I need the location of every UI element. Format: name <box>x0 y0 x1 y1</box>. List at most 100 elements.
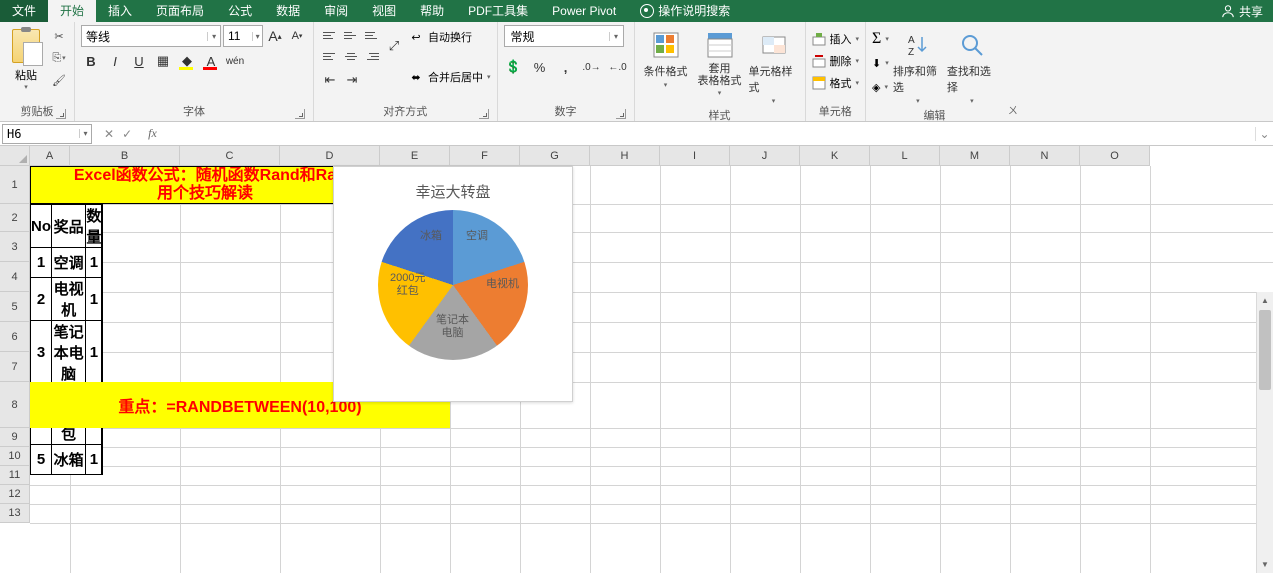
tab-review[interactable]: 审阅 <box>312 0 360 22</box>
data-cell[interactable]: 1 <box>86 278 102 321</box>
header-cell[interactable]: No <box>31 205 52 248</box>
comma-button[interactable]: , <box>556 57 576 77</box>
delete-cells-button[interactable]: 删除 <box>812 51 860 71</box>
tab-powerpivot[interactable]: Power Pivot <box>540 0 628 22</box>
border-button[interactable]: ▦ <box>153 51 173 71</box>
expand-formula-bar[interactable]: ⌄ <box>1255 127 1273 141</box>
accept-formula-button[interactable]: ✓ <box>122 127 132 141</box>
tab-home[interactable]: 开始 <box>48 0 96 22</box>
row-header-13[interactable]: 13 <box>0 504 30 523</box>
paste-button[interactable]: 粘贴 ▾ <box>6 25 46 91</box>
number-dialog-launcher[interactable] <box>616 109 626 119</box>
cell-styles-button[interactable]: 单元格样式 <box>749 25 799 105</box>
format-painter-button[interactable]: 🖌 <box>50 71 68 89</box>
name-box-input[interactable] <box>3 127 79 141</box>
row-header-10[interactable]: 10 <box>0 447 30 466</box>
col-header-N[interactable]: N <box>1010 146 1080 166</box>
col-header-O[interactable]: O <box>1080 146 1150 166</box>
font-name-select[interactable]: ▾ <box>81 25 221 47</box>
decrease-font-button[interactable]: A▾ <box>287 26 307 46</box>
col-header-C[interactable]: C <box>180 146 280 166</box>
col-header-D[interactable]: D <box>280 146 380 166</box>
find-select-button[interactable]: 查找和选择 <box>947 25 997 105</box>
align-middle[interactable] <box>341 25 361 45</box>
align-dialog-launcher[interactable] <box>479 109 489 119</box>
scroll-thumb[interactable] <box>1259 310 1271 390</box>
font-dialog-launcher[interactable] <box>295 109 305 119</box>
fill-button[interactable]: ⬇ <box>872 53 889 73</box>
font-color-button[interactable]: A <box>201 51 221 71</box>
fill-color-button[interactable]: ◆ <box>177 51 197 71</box>
increase-font-button[interactable]: A▴ <box>265 26 285 46</box>
underline-button[interactable]: U <box>129 51 149 71</box>
col-header-J[interactable]: J <box>730 146 800 166</box>
row-header-1[interactable]: 1 <box>0 166 30 204</box>
table-format-button[interactable]: 套用 表格格式 <box>695 25 745 97</box>
row-header-8[interactable]: 8 <box>0 382 30 428</box>
title-cell[interactable]: Excel函数公式：随机函数Rand和Ra 用个技巧解读 <box>30 166 380 204</box>
tab-view[interactable]: 视图 <box>360 0 408 22</box>
conditional-format-button[interactable]: 条件格式 <box>641 25 691 89</box>
header-cell[interactable]: 奖品 <box>52 205 86 248</box>
data-cell-empty[interactable] <box>102 248 103 278</box>
select-all-corner[interactable] <box>0 146 30 166</box>
collapse-ribbon-button[interactable]: ㄨ <box>1003 22 1023 121</box>
tell-me[interactable]: 操作说明搜索 <box>628 0 742 22</box>
font-size-input[interactable] <box>224 29 252 43</box>
decrease-indent-button[interactable]: ⇤ <box>320 70 340 90</box>
align-top[interactable] <box>320 25 340 45</box>
tab-layout[interactable]: 页面布局 <box>144 0 216 22</box>
row-header-4[interactable]: 4 <box>0 262 30 292</box>
orientation-button[interactable]: ⤢ <box>384 36 404 56</box>
fx-icon[interactable]: fx <box>142 126 163 141</box>
data-cell[interactable]: 1 <box>86 248 102 278</box>
tab-file[interactable]: 文件 <box>0 0 48 22</box>
bold-button[interactable]: B <box>81 51 101 71</box>
data-cell[interactable]: 5 <box>31 445 52 475</box>
name-box[interactable]: ▾ <box>2 124 92 144</box>
clipboard-dialog-launcher[interactable] <box>56 109 66 119</box>
merge-center-button[interactable]: ⬌合并后居中 <box>408 67 491 87</box>
col-header-F[interactable]: F <box>450 146 520 166</box>
data-cell[interactable]: 笔记本电脑 <box>52 321 86 385</box>
increase-indent-button[interactable]: ⇥ <box>342 70 362 90</box>
formula-input[interactable] <box>163 124 1255 144</box>
format-cells-button[interactable]: 格式 <box>812 73 860 93</box>
row-header-12[interactable]: 12 <box>0 485 30 504</box>
autosum-button[interactable]: Σ <box>872 29 889 49</box>
data-cell[interactable]: 电视机 <box>52 278 86 321</box>
wrap-text-button[interactable]: ↩自动换行 <box>408 27 491 47</box>
row-header-6[interactable]: 6 <box>0 322 30 352</box>
scroll-down-button[interactable]: ▼ <box>1257 556 1273 573</box>
align-center[interactable] <box>341 46 361 66</box>
data-cell-empty[interactable] <box>102 321 103 385</box>
tab-pdf[interactable]: PDF工具集 <box>456 0 540 22</box>
chart-lucky-wheel[interactable]: 幸运大转盘 空调 电视机 笔记本 电脑 2000元 红包 冰箱 <box>333 166 573 402</box>
share-button[interactable]: 共享 <box>1221 3 1273 20</box>
font-name-input[interactable] <box>82 29 207 43</box>
tab-insert[interactable]: 插入 <box>96 0 144 22</box>
vertical-scrollbar[interactable]: ▲ ▼ <box>1256 292 1273 573</box>
data-cell-empty[interactable] <box>102 445 103 475</box>
col-header-L[interactable]: L <box>870 146 940 166</box>
data-cell[interactable]: 3 <box>31 321 52 385</box>
row-header-2[interactable]: 2 <box>0 204 30 232</box>
data-cell[interactable]: 冰箱 <box>52 445 86 475</box>
data-cell-empty[interactable] <box>102 278 103 321</box>
col-header-B[interactable]: B <box>70 146 180 166</box>
copy-button[interactable]: ⎘ <box>50 49 68 67</box>
data-cell[interactable]: 2 <box>31 278 52 321</box>
data-cell[interactable]: 1 <box>31 248 52 278</box>
tab-help[interactable]: 帮助 <box>408 0 456 22</box>
row-header-5[interactable]: 5 <box>0 292 30 322</box>
percent-button[interactable]: % <box>530 57 550 77</box>
col-header-I[interactable]: I <box>660 146 730 166</box>
row-header-7[interactable]: 7 <box>0 352 30 382</box>
tab-formulas[interactable]: 公式 <box>216 0 264 22</box>
align-bottom[interactable] <box>362 25 382 45</box>
col-header-G[interactable]: G <box>520 146 590 166</box>
header-cell-empty[interactable] <box>102 205 103 248</box>
col-header-A[interactable]: A <box>30 146 70 166</box>
cut-button[interactable]: ✂ <box>50 27 68 45</box>
cancel-formula-button[interactable]: ✕ <box>104 127 114 141</box>
